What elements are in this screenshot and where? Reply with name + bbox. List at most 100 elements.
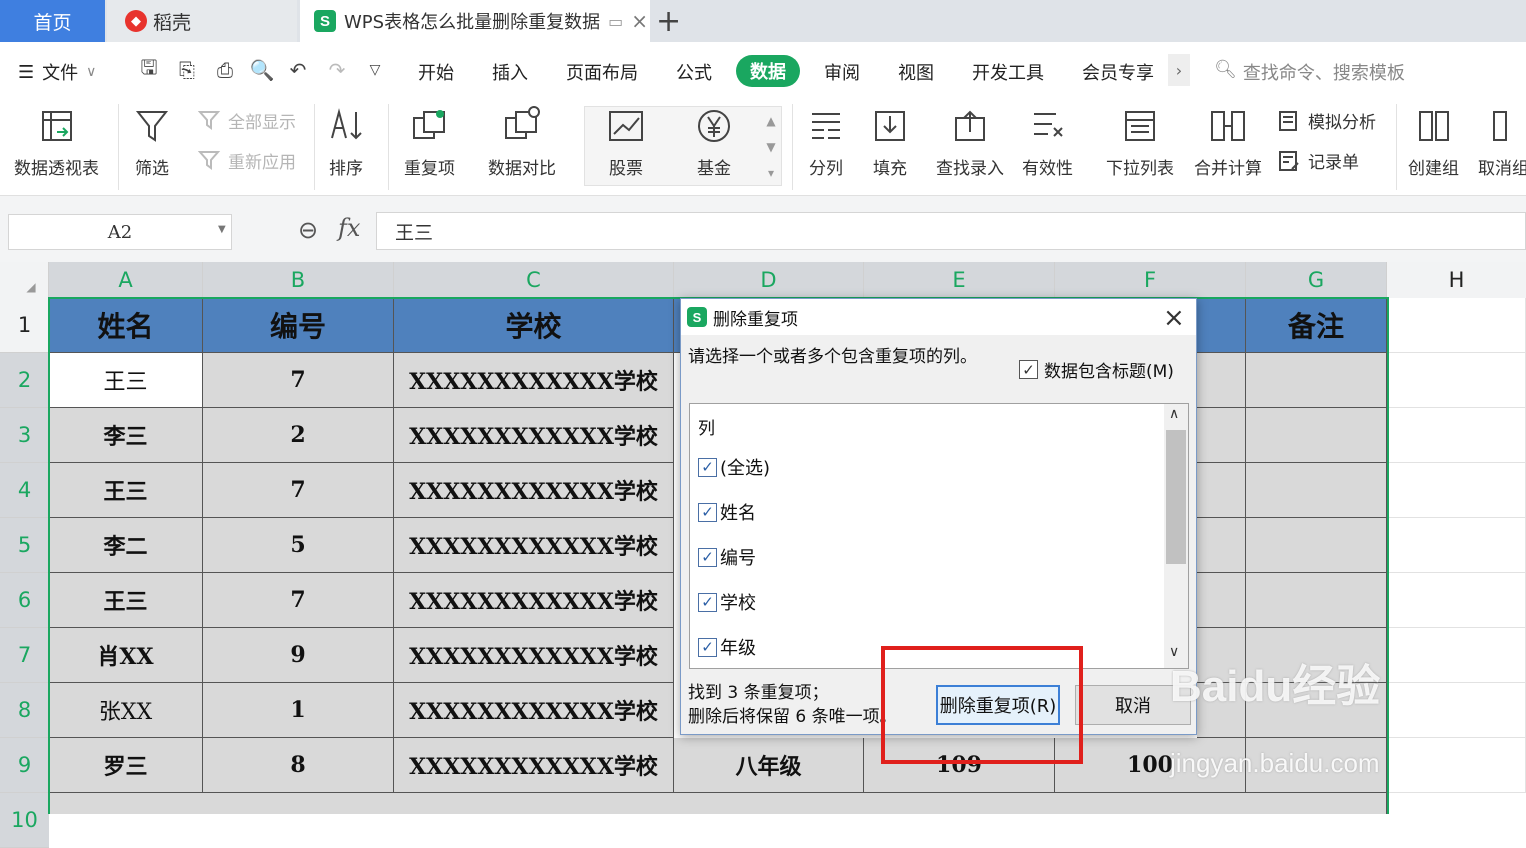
gallery-scroll-icon[interactable]: ▲ ▼ ▾ xyxy=(764,108,778,186)
sort-button[interactable]: 排序 xyxy=(326,106,366,179)
column-header-b[interactable]: B xyxy=(203,262,394,298)
cell-h5[interactable] xyxy=(1387,518,1526,573)
print-icon[interactable]: ⎙ xyxy=(212,57,238,83)
ungroup-button[interactable]: 取消组 xyxy=(1478,106,1526,179)
tab-document[interactable]: S WPS表格怎么批量删除重复数据 ▭ × xyxy=(300,0,650,42)
cell-a5[interactable]: 李二 xyxy=(49,518,203,573)
file-menu[interactable]: ☰ 文件 ∨ xyxy=(18,59,96,85)
monitor-icon[interactable]: ▭ xyxy=(608,12,623,31)
create-group-button[interactable]: 创建组 xyxy=(1408,106,1459,179)
cell-g3[interactable] xyxy=(1246,408,1387,463)
export-pdf-icon[interactable]: ⎘ xyxy=(174,57,200,83)
fx-icon[interactable]: fx xyxy=(338,214,360,242)
quick-access-more-icon[interactable]: ▽ xyxy=(362,57,388,83)
row-header-10[interactable]: 10 xyxy=(0,793,49,848)
pivot-table-button[interactable]: 数据透视表 xyxy=(14,106,99,179)
cell-f3[interactable] xyxy=(1197,408,1246,463)
cell-a6[interactable]: 王三 xyxy=(49,573,203,628)
cell-b1[interactable]: 编号 xyxy=(203,298,394,353)
column-header-c[interactable]: C xyxy=(394,262,674,298)
save-icon[interactable]: 🖫 xyxy=(136,55,162,83)
redo-icon[interactable]: ↷ xyxy=(324,57,350,83)
validity-button[interactable]: 有效性 xyxy=(1022,106,1073,179)
option-grade[interactable]: ✓ 年级 xyxy=(698,634,756,660)
cell-g6[interactable] xyxy=(1246,573,1387,628)
cell-c4[interactable]: XXXXXXXXXXXX学校 xyxy=(394,463,674,518)
row-header-8[interactable]: 8 xyxy=(0,683,49,738)
row-header-7[interactable]: 7 xyxy=(0,628,49,683)
cell-c2[interactable]: XXXXXXXXXXXX学校 xyxy=(394,353,674,408)
cell-g5[interactable] xyxy=(1246,518,1387,573)
row-header-3[interactable]: 3 xyxy=(0,408,49,463)
menu-more-icon[interactable]: › xyxy=(1168,54,1190,86)
option-school[interactable]: ✓ 学校 xyxy=(698,589,756,615)
fill-button[interactable]: 填充 xyxy=(870,106,910,179)
row-header-4[interactable]: 4 xyxy=(0,463,49,518)
column-header-g[interactable]: G xyxy=(1246,262,1387,298)
formula-input[interactable]: 王三 xyxy=(376,212,1526,250)
option-number[interactable]: ✓ 编号 xyxy=(698,544,756,570)
name-box[interactable]: A2 xyxy=(8,214,232,250)
menu-page-layout[interactable]: 页面布局 xyxy=(566,59,638,85)
print-preview-icon[interactable]: 🔍 xyxy=(249,57,275,83)
row-header-6[interactable]: 6 xyxy=(0,573,49,628)
scrollbar-thumb[interactable] xyxy=(1166,430,1186,564)
cell-g4[interactable] xyxy=(1246,463,1387,518)
whatif-analysis-button[interactable]: 模拟分析 xyxy=(1278,108,1376,133)
cell-c8[interactable]: XXXXXXXXXXXX学校 xyxy=(394,683,674,738)
cell-c5[interactable]: XXXXXXXXXXXX学校 xyxy=(394,518,674,573)
column-header-f[interactable]: F xyxy=(1055,262,1246,298)
cell-g2[interactable] xyxy=(1246,353,1387,408)
column-header-e[interactable]: E xyxy=(864,262,1055,298)
close-tab-icon[interactable]: × xyxy=(631,9,648,33)
filter-button[interactable]: 筛选 xyxy=(132,106,172,179)
cell-c9[interactable]: XXXXXXXXXXXX学校 xyxy=(394,738,674,793)
scroll-up-icon[interactable]: ∧ xyxy=(1169,406,1179,422)
cell-c7[interactable]: XXXXXXXXXXXX学校 xyxy=(394,628,674,683)
cell-h4[interactable] xyxy=(1387,463,1526,518)
has-header-checkbox[interactable]: ✓ 数据包含标题(M) xyxy=(1019,357,1174,382)
tab-daoke[interactable]: ◆ 稻壳 xyxy=(107,0,297,42)
zoom-search-icon[interactable]: ⊖ xyxy=(298,216,318,244)
command-search[interactable]: 🔍︎ 查找命令、搜索模板 xyxy=(1214,59,1405,85)
menu-formula[interactable]: 公式 xyxy=(676,59,712,85)
cell-a2[interactable]: 王三 xyxy=(49,353,203,408)
menu-developer[interactable]: 开发工具 xyxy=(972,59,1044,85)
row-header-9[interactable]: 9 xyxy=(0,738,49,793)
cell-b3[interactable]: 2 xyxy=(203,408,394,463)
cell-b2[interactable]: 7 xyxy=(203,353,394,408)
record-form-button[interactable]: 记录单 xyxy=(1278,148,1359,173)
lookup-entry-button[interactable]: 查找录入 xyxy=(936,106,1004,179)
reapply-button[interactable]: 重新应用 xyxy=(198,148,296,173)
cell-f4[interactable] xyxy=(1197,463,1246,518)
column-header-d[interactable]: D xyxy=(674,262,864,298)
menu-member[interactable]: 会员专享 xyxy=(1082,59,1154,85)
cell-g1[interactable]: 备注 xyxy=(1246,298,1387,353)
cell-f2[interactable] xyxy=(1197,353,1246,408)
cell-a3[interactable]: 李三 xyxy=(49,408,203,463)
funds-button[interactable]: 基金 xyxy=(694,106,734,179)
name-box-dropdown-icon[interactable]: ▼ xyxy=(218,224,226,235)
cell-b9[interactable]: 8 xyxy=(203,738,394,793)
cell-b4[interactable]: 7 xyxy=(203,463,394,518)
menu-review[interactable]: 审阅 xyxy=(824,59,860,85)
cell-b5[interactable]: 5 xyxy=(203,518,394,573)
cell-f5[interactable] xyxy=(1197,518,1246,573)
cell-d9[interactable]: 八年级 xyxy=(674,738,864,793)
dialog-close-icon[interactable]: × xyxy=(1163,303,1185,333)
cell-a8[interactable]: 张XX xyxy=(49,683,203,738)
menu-start[interactable]: 开始 xyxy=(418,59,454,85)
duplicates-button[interactable]: 重复项 xyxy=(404,106,455,179)
column-header-a[interactable]: A xyxy=(49,262,203,298)
cell-h6[interactable] xyxy=(1387,573,1526,628)
tab-home[interactable]: 首页 xyxy=(0,0,105,42)
select-all-corner[interactable]: ◢ xyxy=(0,262,49,298)
cell-a4[interactable]: 王三 xyxy=(49,463,203,518)
cell-h7[interactable] xyxy=(1387,628,1526,683)
new-tab-button[interactable]: + xyxy=(656,4,681,39)
split-column-button[interactable]: 分列 xyxy=(806,106,846,179)
cell-c1[interactable]: 学校 xyxy=(394,298,674,353)
row-header-1[interactable]: 1 xyxy=(0,298,49,353)
stocks-button[interactable]: 股票 xyxy=(606,106,646,179)
menu-insert[interactable]: 插入 xyxy=(492,59,528,85)
